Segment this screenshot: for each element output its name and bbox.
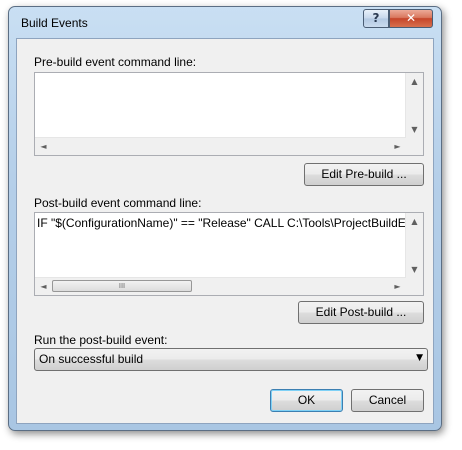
- help-button[interactable]: ?: [363, 9, 389, 28]
- window-title: Build Events: [21, 16, 88, 30]
- help-icon: ?: [372, 11, 380, 25]
- prebuild-text[interactable]: [37, 75, 405, 137]
- scroll-left-icon[interactable]: ◄: [35, 278, 52, 295]
- run-postbuild-select[interactable]: On successful build ▼: [34, 348, 428, 371]
- edit-postbuild-button[interactable]: Edit Post-build ...: [298, 301, 424, 324]
- ok-button[interactable]: OK: [270, 389, 343, 412]
- scrollbar-corner: [406, 278, 423, 295]
- scroll-down-icon[interactable]: ▼: [406, 121, 423, 138]
- close-button[interactable]: ✕: [389, 9, 433, 28]
- prebuild-vertical-scrollbar[interactable]: ▲ ▼: [405, 73, 423, 138]
- prebuild-label: Pre-build event command line:: [34, 55, 197, 69]
- scroll-left-icon[interactable]: ◄: [35, 138, 52, 155]
- postbuild-textbox[interactable]: IF "$(ConfigurationName)" == "Release" C…: [34, 212, 424, 296]
- run-postbuild-label: Run the post-build event:: [34, 333, 168, 347]
- scroll-right-icon[interactable]: ►: [389, 278, 406, 295]
- cancel-button[interactable]: Cancel: [351, 389, 424, 412]
- scrollbar-corner: [406, 138, 423, 155]
- prebuild-horizontal-scrollbar[interactable]: ◄ ►: [35, 137, 406, 155]
- chevron-down-icon[interactable]: ▼: [416, 353, 423, 363]
- horizontal-scroll-thumb[interactable]: III: [52, 280, 192, 292]
- postbuild-vertical-scrollbar[interactable]: ▲ ▼: [405, 213, 423, 278]
- run-postbuild-selected: On successful build: [39, 352, 144, 366]
- close-icon: ✕: [405, 11, 417, 25]
- scroll-up-icon[interactable]: ▲: [406, 73, 423, 90]
- title-bar[interactable]: Build Events ? ✕: [9, 7, 441, 38]
- dialog-client-area: Pre-build event command line: ▲ ▼ ◄ ► Ed…: [16, 38, 434, 424]
- prebuild-textbox[interactable]: ▲ ▼ ◄ ►: [34, 72, 424, 156]
- postbuild-label: Post-build event command line:: [34, 196, 202, 210]
- postbuild-text[interactable]: IF "$(ConfigurationName)" == "Release" C…: [37, 215, 405, 277]
- postbuild-horizontal-scrollbar[interactable]: ◄ III ►: [35, 277, 406, 295]
- grip-icon: III: [118, 282, 126, 290]
- scroll-down-icon[interactable]: ▼: [406, 261, 423, 278]
- edit-prebuild-button[interactable]: Edit Pre-build ...: [304, 163, 424, 186]
- scroll-up-icon[interactable]: ▲: [406, 213, 423, 230]
- build-events-dialog: Build Events ? ✕ Pre-build event command…: [8, 6, 442, 431]
- scroll-right-icon[interactable]: ►: [389, 138, 406, 155]
